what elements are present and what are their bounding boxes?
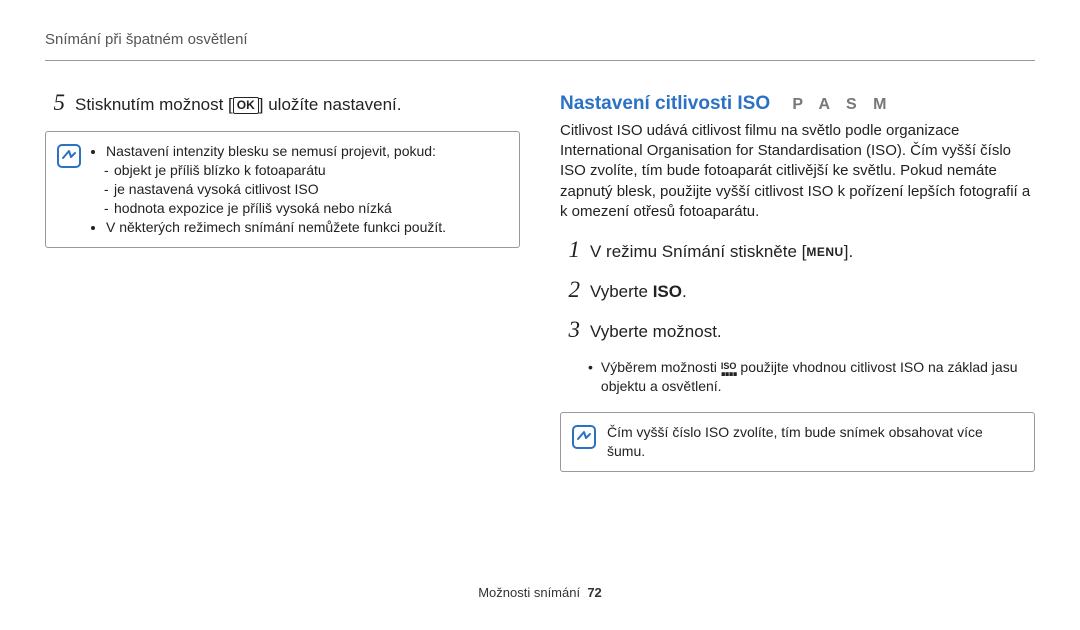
note-body: Čím vyšší číslo ISO zvolíte, tím bude sn…: [607, 423, 1024, 461]
step-5: 5 Stisknutím možnost [OK] uložíte nastav…: [45, 91, 520, 117]
page-footer: Možnosti snímání 72: [0, 584, 1080, 602]
iso-paragraph: Citlivost ISO udává citlivost filmu na s…: [560, 121, 1035, 222]
info-icon: [571, 423, 597, 461]
info-note-box: Nastavení intenzity blesku se nemusí pro…: [45, 131, 520, 247]
ok-icon: OK: [233, 97, 259, 113]
step-number: 3: [560, 318, 580, 341]
info-icon: [56, 142, 82, 236]
step-number: 2: [560, 278, 580, 301]
section-heading-row: Nastavení citlivosti ISO P A S M: [560, 91, 1035, 117]
step-3: 3 Vyberte možnost.: [560, 318, 1035, 344]
step-text: V režimu Snímání stiskněte [MENU].: [590, 241, 1035, 264]
page-header: Snímání při špatném osvětlení: [45, 30, 1035, 61]
note-bullet: V některých režimech snímání nemůžete fu…: [106, 218, 509, 237]
note-sub: je nastavená vysoká citlivost ISO: [116, 180, 509, 199]
step-1: 1 V režimu Snímání stiskněte [MENU].: [560, 238, 1035, 264]
step-2: 2 Vyberte ISO.: [560, 278, 1035, 304]
step-number: 1: [560, 238, 580, 261]
sub-text: Výběrem možnosti ISO▮▮▮▮ použijte vhodno…: [601, 358, 1035, 396]
step-text: Vyberte ISO.: [590, 281, 1035, 304]
note-bullet: Nastavení intenzity blesku se nemusí pro…: [106, 142, 509, 218]
footer-text: Možnosti snímání: [478, 585, 580, 600]
mode-letters: P A S M: [792, 96, 892, 113]
left-column: 5 Stisknutím možnost [OK] uložíte nastav…: [45, 91, 520, 483]
header-title: Snímání při špatném osvětlení: [45, 31, 248, 48]
page-number: 72: [587, 585, 601, 600]
menu-icon: MENU: [806, 244, 843, 260]
step-number: 5: [45, 91, 65, 114]
bullet-dot: •: [588, 358, 593, 376]
step-3-sub: • Výběrem možnosti ISO▮▮▮▮ použijte vhod…: [588, 358, 1035, 396]
note-body: Nastavení intenzity blesku se nemusí pro…: [92, 142, 509, 236]
iso-auto-icon: ISO▮▮▮▮: [721, 362, 737, 376]
step-text: Vyberte možnost.: [590, 321, 1035, 344]
note-sub: objekt je příliš blízko k fotoaparátu: [116, 161, 509, 180]
step-text: Stisknutím možnost [OK] uložíte nastaven…: [75, 94, 520, 117]
note-sub: hodnota expozice je příliš vysoká nebo n…: [116, 199, 509, 218]
info-note-box: Čím vyšší číslo ISO zvolíte, tím bude sn…: [560, 412, 1035, 472]
right-column: Nastavení citlivosti ISO P A S M Citlivo…: [560, 91, 1035, 483]
section-heading: Nastavení citlivosti ISO: [560, 93, 770, 114]
